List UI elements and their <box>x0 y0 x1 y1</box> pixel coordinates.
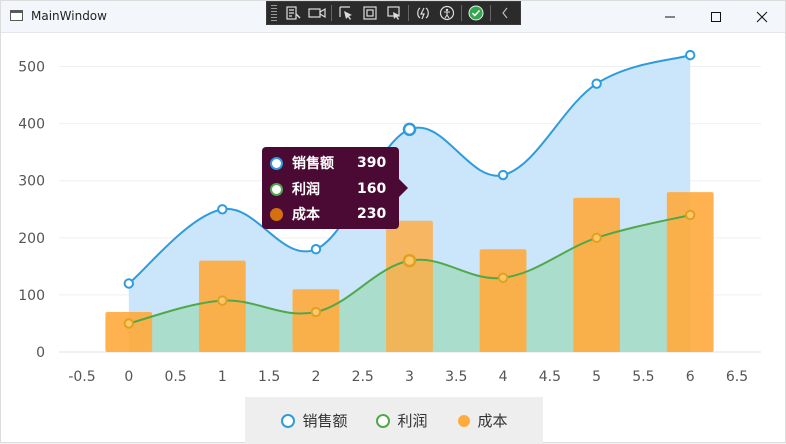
tooltip-series-value: 160 <box>357 181 387 197</box>
data-point <box>591 232 602 244</box>
select-element-icon[interactable] <box>336 4 356 22</box>
legend-item-profit[interactable]: 利润 <box>375 410 428 431</box>
y-tick-label: 100 <box>18 288 45 304</box>
minimize-button[interactable] <box>647 1 693 32</box>
tooltip-row: 利润 160 <box>262 178 399 200</box>
x-tick-label: 5 <box>592 369 601 385</box>
legend-marker-cost <box>457 414 470 427</box>
accessibility-icon[interactable] <box>437 4 457 22</box>
data-point <box>685 49 696 61</box>
legend-label: 利润 <box>397 412 428 430</box>
data-point <box>310 244 322 255</box>
y-tick-label: 0 <box>36 345 45 361</box>
legend-marker-profit <box>376 413 391 428</box>
x-tick-label: 2 <box>311 369 320 385</box>
y-tick-label: 300 <box>18 174 45 190</box>
data-point <box>591 78 602 89</box>
tooltip-series-marker <box>270 156 283 170</box>
main-window: MainWindow 0 100 200 300 400 500 -0.5 0 … <box>0 0 786 444</box>
y-tick-label: 400 <box>18 117 45 133</box>
window-title: MainWindow <box>31 9 107 23</box>
x-tick-label: 1.5 <box>258 369 280 385</box>
toolbar-separator <box>331 5 332 21</box>
display-layout-icon[interactable] <box>360 4 380 22</box>
video-icon[interactable] <box>307 4 327 22</box>
data-point <box>402 122 417 137</box>
data-point <box>497 169 509 181</box>
live-tree-icon[interactable] <box>283 4 303 22</box>
x-tick-label: 3 <box>405 369 414 385</box>
tooltip-row: 销售额 390 <box>262 152 399 174</box>
toolbar-separator <box>461 5 462 21</box>
close-icon <box>756 11 768 22</box>
data-point <box>402 253 417 268</box>
chart-legend: 销售额 利润 成本 <box>245 397 543 444</box>
tooltip-series-name: 成本 <box>292 207 320 223</box>
legend-item-sales[interactable]: 销售额 <box>280 410 347 431</box>
x-tick-label: 4.5 <box>539 369 561 385</box>
x-tick-label: 2.5 <box>352 369 374 385</box>
x-tick-label: -0.5 <box>68 369 95 385</box>
x-tick-label: 6 <box>686 369 695 385</box>
chart-tooltip: 销售额 390 利润 160 成本 230 <box>262 147 408 229</box>
bar <box>479 249 527 352</box>
data-point <box>123 318 134 329</box>
tooltip-series-name: 利润 <box>292 182 320 198</box>
app-window-icon <box>10 10 23 21</box>
x-tick-label: 6.5 <box>726 369 748 385</box>
x-tick-label: 5.5 <box>632 369 654 385</box>
toolbar-separator <box>408 5 409 21</box>
x-tick-label: 3.5 <box>445 369 467 385</box>
data-point <box>217 295 228 306</box>
legend-label: 销售额 <box>302 412 348 430</box>
toolbar-separator <box>490 5 491 21</box>
x-tick-label: 1 <box>218 369 227 385</box>
legend-item-cost[interactable]: 成本 <box>456 410 508 431</box>
hot-reload-icon[interactable] <box>413 4 433 22</box>
close-button[interactable] <box>739 1 785 32</box>
bar <box>198 260 246 352</box>
tooltip-series-marker <box>270 207 283 221</box>
data-point <box>123 278 134 289</box>
data-point <box>497 272 509 283</box>
tooltip-series-value: 230 <box>357 206 387 222</box>
bar <box>573 197 621 352</box>
tooltip-series-name: 销售额 <box>292 156 334 172</box>
legend-marker-sales <box>281 413 296 428</box>
data-point <box>685 209 696 221</box>
maximize-icon <box>711 11 721 22</box>
x-tick-label: 4 <box>499 369 508 385</box>
maximize-button[interactable] <box>693 1 739 32</box>
y-tick-label: 500 <box>18 60 45 76</box>
data-point <box>217 204 228 215</box>
bar <box>292 289 340 352</box>
tooltip-series-value: 390 <box>357 155 387 171</box>
y-tick-label: 200 <box>18 231 45 247</box>
debug-toolbar <box>266 1 521 25</box>
x-tick-label: 0.5 <box>164 369 186 385</box>
bar <box>386 220 433 352</box>
collapse-chevron-icon[interactable] <box>495 4 515 22</box>
check-ok-icon[interactable] <box>466 4 486 22</box>
title-bar[interactable]: MainWindow <box>1 1 785 33</box>
x-tick-label: 0 <box>124 369 133 385</box>
track-focus-icon[interactable] <box>384 4 404 22</box>
tooltip-row: 成本 230 <box>262 203 399 225</box>
tooltip-series-marker <box>270 182 283 196</box>
data-point <box>310 306 322 318</box>
toolbar-grip-icon[interactable] <box>271 5 277 21</box>
minimize-icon <box>665 16 675 17</box>
legend-label: 成本 <box>477 412 508 430</box>
